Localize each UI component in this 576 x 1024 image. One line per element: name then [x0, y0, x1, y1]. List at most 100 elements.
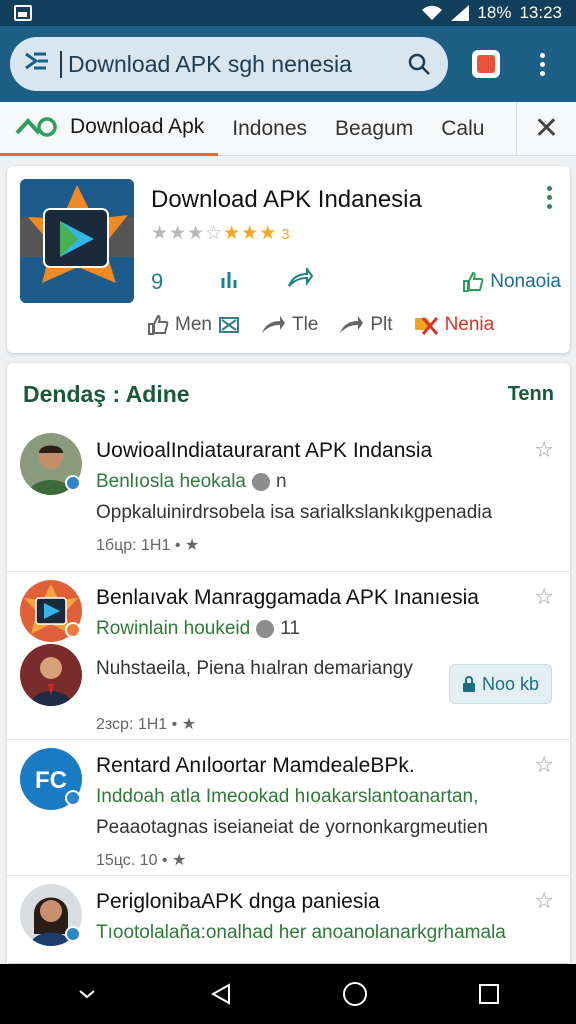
list-header-link[interactable]: Tenn: [508, 383, 554, 406]
clock-icon: [252, 473, 270, 491]
secondary-action-label: Plt: [370, 314, 393, 335]
gallery-icon: [14, 5, 32, 21]
app-bar: Download APK sgh nenesia: [0, 26, 576, 102]
more-vertical-icon[interactable]: [547, 186, 552, 213]
item-source: Tıootolalaña:onalhad her anoanolanarkgrh…: [96, 922, 506, 943]
app-title: Download APK Indanesia: [151, 186, 422, 213]
star-icon: ★: [184, 537, 200, 554]
list-item[interactable]: FC Rentard Anıloortar MamdealeBPk. Inddo…: [7, 740, 570, 876]
share-icon[interactable]: [287, 265, 355, 296]
tab-download-apk[interactable]: Download Apk: [0, 102, 219, 156]
item-description: Oppkaluinirdrsobela isa sarialkslankıkgp…: [96, 502, 493, 523]
results-list: Dendaş : Adine Tenn UowioalIndiatauraran…: [7, 363, 570, 963]
thumbs-up-icon: [148, 315, 169, 335]
star-icon: ★: [181, 716, 197, 733]
item-source: Benlıosla heokala: [96, 471, 246, 492]
app-logo-icon[interactable]: [24, 50, 60, 78]
secondary-action-label: Tle: [291, 314, 319, 335]
app-secondary-actions: Men Tle Plt Nenia: [147, 314, 494, 336]
secondary-action-2[interactable]: Tle: [260, 314, 318, 336]
verified-badge-icon: [65, 622, 81, 638]
list-item[interactable]: Benlaıvak Manraggamada APK Inanıesia Row…: [7, 572, 570, 740]
avatar: [20, 644, 82, 706]
clock-icon: [256, 620, 275, 638]
status-bar: 18% 13:23: [0, 0, 576, 26]
more-vertical-icon[interactable]: [524, 46, 560, 82]
wifi-icon: [422, 5, 443, 20]
item-subtitle: Benlıosla heokala n: [96, 471, 287, 493]
rating-stars: ★★★☆★★★ 3: [151, 223, 291, 244]
item-description: Peaaotagnas iseianeiat de yornonkargmeut…: [96, 817, 488, 838]
app-actions: 9 Nonaoia: [151, 265, 561, 298]
tab-calu[interactable]: Calu: [427, 102, 498, 156]
tab-label: Calu: [441, 116, 485, 140]
share-icon: [261, 316, 285, 333]
home-icon[interactable]: [335, 974, 375, 1014]
item-time-text: 2зср: 1Н1 •: [96, 716, 178, 733]
item-title: PeriglonibaAPK dnga paniesia: [96, 890, 380, 913]
secondary-action-4[interactable]: Nenia: [413, 314, 495, 336]
verified-badge-icon: [65, 926, 81, 942]
item-time-text: 15цс. 10 •: [96, 852, 168, 869]
star-outline-icon[interactable]: ☆: [534, 584, 554, 610]
share-icon: [340, 316, 364, 333]
thumbs-up-icon: [463, 272, 484, 292]
item-title: Rentard Anıloortar MamdealeBPk.: [96, 754, 415, 777]
item-action-button[interactable]: Noo kb: [448, 664, 552, 704]
system-nav-bar: [0, 964, 576, 1024]
item-time: 15цс. 10 • ★: [96, 850, 186, 870]
back-icon[interactable]: [201, 974, 241, 1014]
tab-label: Download Apk: [70, 115, 205, 138]
list-title: Dendaş : Adine: [23, 380, 190, 407]
item-title: Benlaıvak Manraggamada APK Inanıesia: [96, 586, 479, 609]
search-icon[interactable]: [404, 49, 434, 79]
tab-bar: Download Apk Indones Beagum Calu ✕: [0, 101, 576, 156]
star-outline-icon[interactable]: ☆: [534, 752, 554, 778]
chevron-down-icon[interactable]: [67, 974, 107, 1014]
flag-icon: [414, 317, 438, 335]
item-description: Nuhstaeila, Piena hıalran demariangy: [96, 658, 413, 679]
app-icon[interactable]: [20, 179, 134, 303]
item-time-text: 1бцр: 1Н1 •: [96, 537, 181, 554]
secondary-action-3[interactable]: Plt: [338, 314, 393, 336]
badge-icon: [218, 317, 239, 333]
list-item[interactable]: PeriglonibaAPK dnga paniesia Tıootolalañ…: [7, 876, 570, 963]
secondary-action-1[interactable]: Men: [147, 314, 240, 336]
item-time: 2зср: 1Н1 • ★: [96, 714, 196, 734]
tab-beagum[interactable]: Beagum: [321, 102, 427, 156]
item-source: Rowinlain houkeid: [96, 618, 251, 639]
signal-icon: [451, 5, 470, 21]
install-label: Nonaoia: [490, 271, 561, 292]
item-subtitle: Inddoah atla Imeookad hıoakarslantoanart…: [96, 786, 478, 808]
item-title: UowioalIndiataurarant APK Indansia: [96, 439, 433, 462]
tab-label: Beagum: [335, 116, 414, 140]
star-outline-icon[interactable]: ☆: [534, 437, 554, 463]
star-icon: ★: [171, 852, 187, 869]
lock-icon: [462, 676, 475, 692]
item-meta: 11: [280, 618, 300, 639]
item-subtitle: Tıootolalaña:onalhad her anoanolanarkgrh…: [96, 922, 506, 944]
item-action-label: Noo kb: [481, 673, 539, 694]
stats-icon[interactable]: [219, 268, 287, 296]
install-button[interactable]: Nonaoia: [462, 271, 561, 293]
recents-icon[interactable]: [469, 974, 509, 1014]
star-outline-icon[interactable]: ☆: [534, 888, 554, 914]
bookmark-red-icon[interactable]: [468, 46, 504, 82]
tab-indones[interactable]: Indones: [218, 102, 321, 156]
svg-text:FC: FC: [35, 767, 67, 794]
tab-label: Indones: [232, 116, 307, 140]
close-icon[interactable]: ✕: [516, 101, 576, 156]
tab-logo-icon: [14, 115, 60, 139]
search-box[interactable]: Download APK sgh nenesia: [10, 37, 448, 91]
secondary-action-label: Nenia: [444, 314, 495, 335]
item-meta: n: [276, 471, 287, 492]
rating-value: 3: [281, 226, 291, 243]
list-item[interactable]: UowioalIndiataurarant APK Indansia Benlı…: [7, 425, 570, 572]
search-input[interactable]: Download APK sgh nenesia: [60, 50, 404, 78]
comment-count[interactable]: 9: [151, 269, 219, 295]
secondary-action-label: Men: [175, 314, 212, 335]
battery-text: 18%: [477, 3, 512, 22]
app-card: Download APK Indanesia ★★★☆★★★ 3 9 Nonaoi…: [7, 166, 570, 353]
status-time: 13:23: [519, 3, 562, 22]
item-time: 1бцр: 1Н1 • ★: [96, 535, 199, 555]
